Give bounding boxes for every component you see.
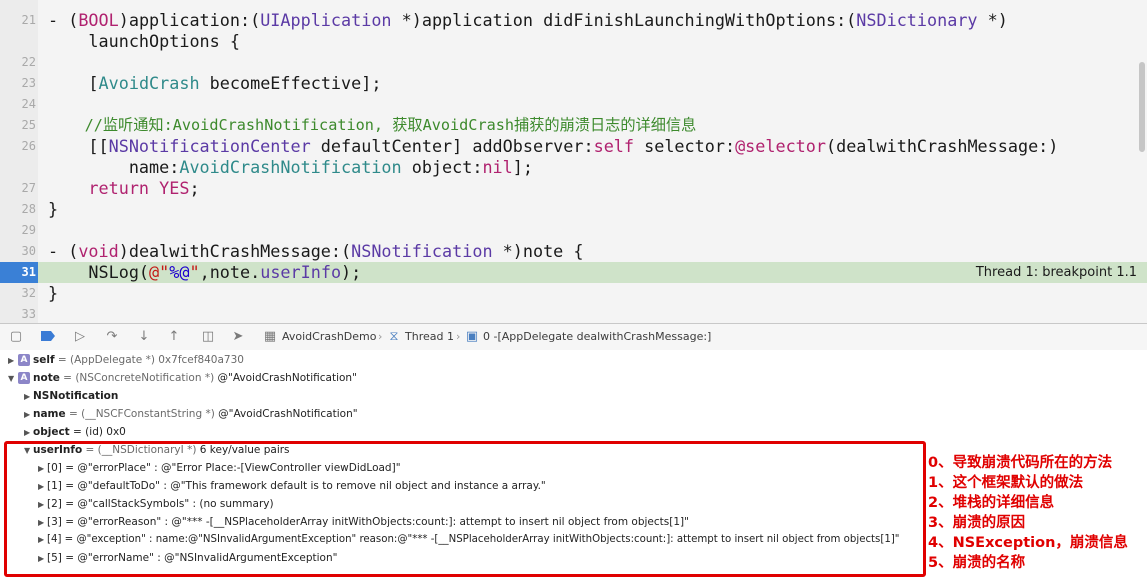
code-editor[interactable]: Thread 1: breakpoint 1.1 31 21 22 23 24 …: [0, 0, 1147, 323]
disclosure-triangle-icon[interactable]: ▼: [8, 370, 17, 388]
code-line[interactable]: - (BOOL)application:(UIApplication *)app…: [48, 10, 1008, 31]
code-line[interactable]: [[NSNotificationCenter defaultCenter] ad…: [48, 136, 1058, 157]
line-number: 23: [21, 76, 36, 90]
frame-icon: ▣: [465, 329, 479, 344]
variable-row-name[interactable]: ▶ name = (__NSCFConstantString *) @"Avoid…: [24, 405, 358, 423]
line-number: 33: [21, 307, 36, 321]
line-number: 25: [21, 118, 36, 132]
breadcrumb-frame[interactable]: 0 -[AppDelegate dealwithCrashMessage:]: [483, 324, 711, 350]
argument-icon: A: [18, 354, 30, 366]
line-number: 30: [21, 244, 36, 258]
annotation-3: 3、崩溃的原因: [928, 515, 1026, 531]
line-number: 22: [21, 55, 36, 69]
step-into-icon[interactable]: ↓: [136, 329, 152, 345]
line-number: 29: [21, 223, 36, 237]
breakpoint-badge: Thread 1: breakpoint 1.1: [975, 265, 1137, 280]
step-over-icon[interactable]: ↷: [104, 329, 120, 345]
line-number: 28: [21, 202, 36, 216]
variable-row-object[interactable]: ▶ object = (id) 0x0: [24, 423, 126, 441]
breakpoints-toggle-icon[interactable]: [40, 329, 56, 345]
line-number: 31: [21, 265, 36, 279]
code-line[interactable]: NSLog(@"%@",note.userInfo);: [48, 262, 361, 283]
thread-icon: ⧖: [389, 329, 399, 344]
code-line[interactable]: - (void)dealwithCrashMessage:(NSNotifica…: [48, 241, 584, 262]
variable-row-nsnotification[interactable]: ▶ NSNotification: [24, 387, 118, 405]
annotation-4: 4、NSException，崩溃信息: [928, 535, 1128, 551]
annotation-1: 1、这个框架默认的做法: [928, 475, 1084, 491]
continue-icon[interactable]: ▷: [72, 329, 88, 345]
annotation-5: 5、崩溃的名称: [928, 555, 1026, 571]
code-line[interactable]: return YES;: [48, 178, 199, 199]
line-number: 26: [21, 139, 36, 153]
argument-icon: A: [18, 372, 30, 384]
disclosure-triangle-icon[interactable]: ▶: [24, 424, 33, 442]
disclosure-triangle-icon[interactable]: ▶: [8, 352, 17, 370]
step-out-icon[interactable]: ↑: [166, 329, 182, 345]
project-icon: ▦: [263, 329, 277, 344]
breadcrumb-separator: ›: [378, 330, 383, 343]
userinfo-highlight-box: [4, 441, 926, 577]
code-line[interactable]: }: [48, 199, 58, 220]
editor-scrollbar[interactable]: [1139, 62, 1145, 152]
code-line[interactable]: }: [48, 283, 58, 304]
breadcrumb-thread[interactable]: Thread 1: [405, 324, 454, 350]
variable-row-self[interactable]: ▶ Aself = (AppDelegate *) 0x7fcef840a730: [8, 351, 244, 369]
line-number: 21: [21, 13, 36, 27]
disclosure-triangle-icon[interactable]: ▶: [24, 388, 33, 406]
annotation-2: 2、堆栈的详细信息: [928, 495, 1055, 511]
code-line[interactable]: name:AvoidCrashNotification object:nil];: [48, 157, 533, 178]
line-number: 32: [21, 286, 36, 300]
line-number: 24: [21, 97, 36, 111]
breakpoint-marker[interactable]: 31: [0, 262, 38, 283]
code-line[interactable]: [AvoidCrash becomeEffective];: [48, 73, 381, 94]
location-icon[interactable]: ➤: [230, 329, 246, 345]
code-line[interactable]: launchOptions {: [48, 31, 240, 52]
line-number: 27: [21, 181, 36, 195]
breadcrumb-project[interactable]: AvoidCrashDemo: [282, 324, 377, 350]
breadcrumb-separator: ›: [456, 330, 461, 343]
disclosure-triangle-icon[interactable]: ▶: [24, 406, 33, 424]
variable-row-note[interactable]: ▼ Anote = (NSConcreteNotification *) @"Av…: [8, 369, 357, 387]
code-comment[interactable]: //监听通知:AvoidCrashNotification, 获取AvoidCr…: [48, 115, 697, 136]
view-hierarchy-icon[interactable]: ◫: [200, 329, 216, 345]
debug-toolbar: ▢ ▷ ↷ ↓ ↑ ◫ ➤ ▦ AvoidCrashDemo › ⧖ Threa…: [0, 323, 1147, 351]
hide-debug-area-icon[interactable]: ▢: [8, 329, 24, 345]
annotation-0: 0、导致崩溃代码所在的方法: [928, 455, 1113, 471]
